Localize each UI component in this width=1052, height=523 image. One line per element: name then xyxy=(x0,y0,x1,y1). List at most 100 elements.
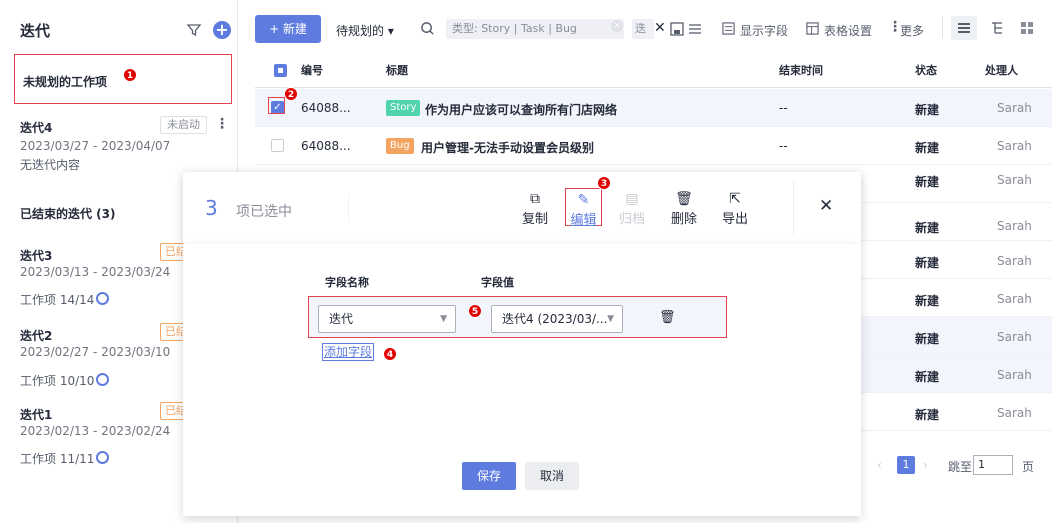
type-filter-chip[interactable]: 类型: Story | Task | Bug xyxy=(446,19,624,39)
field-name-select[interactable]: 迭代 ▼ xyxy=(318,305,456,333)
edit-label: 编辑 xyxy=(570,213,597,228)
jump-page-input[interactable]: 1 xyxy=(973,455,1013,475)
row-end-time: -- xyxy=(779,139,788,153)
save-button[interactable]: 保存 xyxy=(462,462,516,490)
row-title[interactable]: 作为用户应该可以查询所有门店网络 xyxy=(425,101,617,118)
header-end-time[interactable]: 结束时间 xyxy=(779,62,823,78)
cancel-button[interactable]: 取消 xyxy=(525,462,579,490)
row-end-time: -- xyxy=(779,101,788,115)
export-button[interactable]: ⇱ 导出 xyxy=(720,190,750,227)
row-owner[interactable]: Sarah xyxy=(997,406,1032,420)
filter-icon[interactable] xyxy=(186,22,202,38)
toolbar-divider xyxy=(942,16,943,38)
export-label: 导出 xyxy=(721,212,748,227)
field-value-select[interactable]: 迭代4 (2023/03/... ▼ xyxy=(491,305,623,333)
unplanned-items-entry[interactable]: 未规划的工作项 xyxy=(14,54,232,104)
annotation-badge-3: 3 xyxy=(597,176,611,190)
copy-button[interactable]: ⧉ 复制 xyxy=(520,190,550,227)
row-checkbox[interactable] xyxy=(271,139,284,152)
delete-button[interactable]: 🗑 删除 xyxy=(669,190,699,227)
next-page-icon[interactable]: › xyxy=(923,458,928,472)
table-row[interactable]: 64088... Bug 用户管理-无法手动设置会员级别 -- 新建 Sarah xyxy=(255,127,1052,165)
row-status[interactable]: 新建 xyxy=(915,254,939,271)
header-owner[interactable]: 处理人 xyxy=(985,62,1018,78)
row-owner[interactable]: Sarah xyxy=(997,330,1032,344)
row-status[interactable]: 新建 xyxy=(915,101,939,118)
annotation-box-2 xyxy=(268,97,285,114)
row-status[interactable]: 新建 xyxy=(915,292,939,309)
copy-label: 复制 xyxy=(521,212,548,227)
row-owner[interactable]: Sarah xyxy=(997,101,1032,115)
row-owner[interactable]: Sarah xyxy=(997,219,1032,233)
iteration-1-name[interactable]: 迭代1 xyxy=(20,406,52,423)
row-owner[interactable]: Sarah xyxy=(997,139,1032,153)
more-button[interactable]: 更多 xyxy=(900,22,924,39)
list-filter-icon[interactable] xyxy=(688,22,702,36)
selected-count-label: 项已选中 xyxy=(236,204,292,220)
iteration-2-dates: 2023/02/27 - 2023/03/10 xyxy=(20,345,171,359)
ended-iterations-header[interactable]: 已结束的迭代 (3) xyxy=(20,205,116,222)
grid-view-icon[interactable] xyxy=(1020,21,1034,35)
prev-page-icon[interactable]: ‹ xyxy=(877,458,882,472)
add-field-link[interactable]: 添加字段 xyxy=(322,343,375,361)
chip-clear-icon[interactable]: × xyxy=(611,20,623,32)
field-value-header: 字段值 xyxy=(481,276,514,289)
search-icon[interactable] xyxy=(420,21,435,36)
iteration-4-dates: 2023/03/27 - 2023/04/07 xyxy=(20,139,171,153)
plan-filter-dropdown[interactable]: 待规划的 ▾ xyxy=(336,22,394,39)
batch-edit-panel: 字段名称 字段值 迭代 ▼ 5 迭代4 (2023/03/... ▼ 🗑 添加字… xyxy=(183,244,861,516)
progress-ring-icon xyxy=(96,451,109,464)
list-view-button[interactable] xyxy=(951,16,977,40)
close-icon[interactable]: ✕ xyxy=(819,196,833,216)
row-id[interactable]: 64088... xyxy=(301,101,351,115)
row-title[interactable]: 用户管理-无法手动设置会员级别 xyxy=(421,139,594,156)
tree-view-icon[interactable] xyxy=(990,21,1004,35)
row-status[interactable]: 新建 xyxy=(915,368,939,385)
add-iteration-icon[interactable]: + xyxy=(213,21,231,39)
iteration-filter-chip[interactable]: 迭 xyxy=(632,19,654,39)
new-item-button[interactable]: + 新建 xyxy=(255,15,321,43)
edit-button[interactable]: ✎ 编辑 xyxy=(565,188,602,228)
iteration-1-items: 工作项 11/11 xyxy=(20,452,95,466)
iteration-3-items: 工作项 14/14 xyxy=(20,293,95,307)
trash-icon[interactable]: 🗑 xyxy=(659,310,676,325)
field-name-value: 迭代 xyxy=(329,312,354,326)
iteration-4-name[interactable]: 迭代4 xyxy=(20,119,52,136)
archive-button[interactable]: ▤ 归档 xyxy=(617,190,647,227)
iteration-2-name[interactable]: 迭代2 xyxy=(20,327,52,344)
save-view-icon[interactable] xyxy=(670,22,684,36)
row-status[interactable]: 新建 xyxy=(915,139,939,156)
delete-icon: 🗑 xyxy=(675,191,693,207)
export-icon: ⇱ xyxy=(729,191,741,207)
row-status[interactable]: 新建 xyxy=(915,330,939,347)
chevron-down-icon: ▼ xyxy=(440,314,447,324)
row-owner[interactable]: Sarah xyxy=(997,368,1032,382)
table-settings-button[interactable]: 表格设置 xyxy=(824,22,872,39)
header-id[interactable]: 编号 xyxy=(301,62,323,78)
divider xyxy=(793,180,794,236)
batch-action-bar: 3 项已选中 ⧉ 复制 ✎ 编辑 ▤ 归档 🗑 删除 ⇱ 导出 ✕ xyxy=(183,172,861,244)
type-tag: Story xyxy=(386,100,421,116)
row-owner[interactable]: Sarah xyxy=(997,254,1032,268)
clear-icon[interactable]: ✕ xyxy=(654,20,666,36)
divider xyxy=(348,194,349,222)
header-title[interactable]: 标题 xyxy=(386,62,408,78)
row-status[interactable]: 新建 xyxy=(915,406,939,423)
edit-icon: ✎ xyxy=(577,192,590,208)
page-1-button[interactable]: 1 xyxy=(897,456,915,474)
annotation-badge-5: 5 xyxy=(468,304,482,318)
list-view-icon xyxy=(958,23,970,33)
row-status[interactable]: 新建 xyxy=(915,219,939,236)
row-owner[interactable]: Sarah xyxy=(997,292,1032,306)
row-status[interactable]: 新建 xyxy=(915,173,939,190)
row-id[interactable]: 64088... xyxy=(301,139,351,153)
header-status[interactable]: 状态 xyxy=(915,62,937,78)
iteration-3-name[interactable]: 迭代3 xyxy=(20,247,52,264)
table-row[interactable]: ✓ 64088... Story 作为用户应该可以查询所有门店网络 -- 新建 … xyxy=(255,89,1052,127)
show-fields-button[interactable]: 显示字段 xyxy=(740,22,788,39)
show-fields-icon xyxy=(722,22,735,35)
iteration-1-dates: 2023/02/13 - 2023/02/24 xyxy=(20,424,171,438)
row-owner[interactable]: Sarah xyxy=(997,173,1032,187)
more-options-icon[interactable]: ⋮ xyxy=(215,116,229,132)
select-all-checkbox[interactable]: ▪ xyxy=(274,64,287,77)
